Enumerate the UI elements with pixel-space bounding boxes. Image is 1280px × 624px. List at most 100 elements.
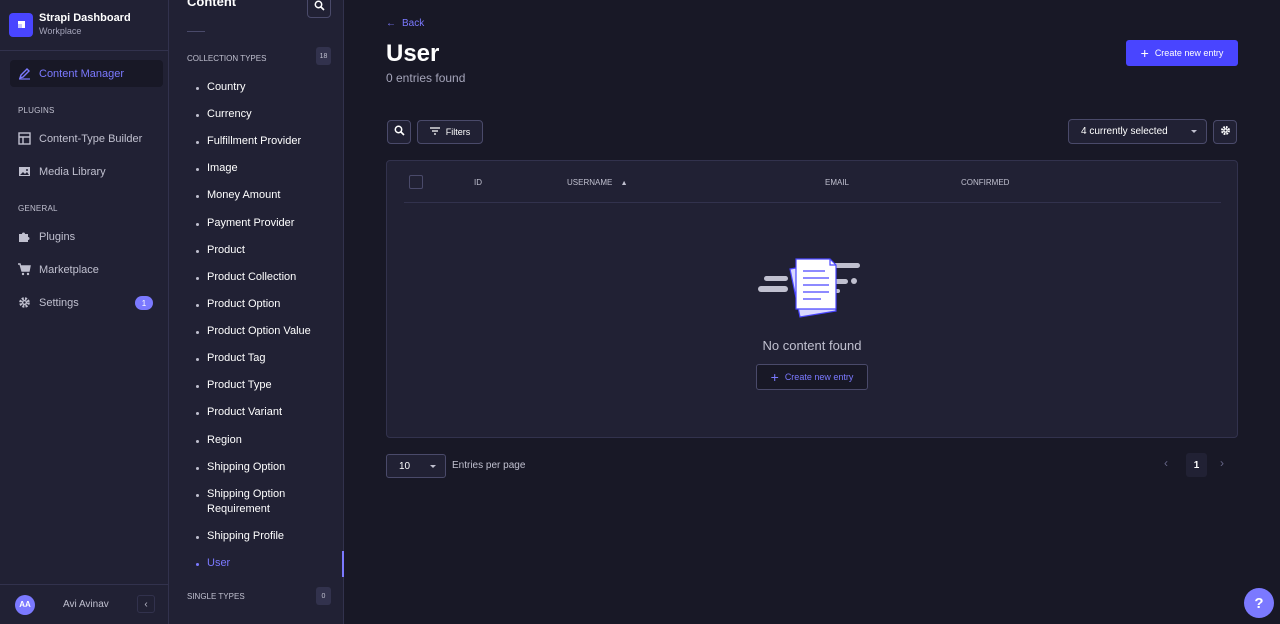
collection-type-item[interactable]: Shipping Option [195, 460, 325, 475]
collection-type-item[interactable]: Shipping Option Requirement [195, 487, 295, 517]
nav-footer: AA Avi Avinav ‹ [0, 584, 169, 624]
caret-down-icon [1191, 130, 1197, 133]
collection-type-item[interactable]: Shipping Profile [195, 529, 325, 544]
per-page-select[interactable]: 10 [386, 454, 446, 478]
nav-item-media-library[interactable]: Media Library [10, 158, 163, 185]
help-button[interactable]: ? [1244, 588, 1274, 618]
nav-label: Content Manager [39, 67, 124, 80]
collapse-nav-button[interactable]: ‹ [137, 595, 155, 613]
brand-name: Strapi Dashboard [39, 12, 131, 24]
collection-type-item[interactable]: Product Type [195, 378, 325, 393]
create-new-entry-button[interactable]: + Create new entry [1126, 40, 1238, 66]
empty-documents-illustration [758, 258, 860, 318]
brand-workspace: Workplace [39, 26, 82, 36]
pencil-icon [18, 67, 31, 80]
subnav-search-button[interactable] [307, 0, 331, 18]
subnav-title: Content [187, 0, 237, 9]
plus-icon: + [770, 369, 779, 385]
search-icon [314, 0, 325, 16]
sort-up-icon: ▲ [620, 180, 628, 187]
single-types-count: 0 [316, 587, 331, 605]
column-username[interactable]: USERNAME ▲ [567, 178, 628, 187]
caret-down-icon [430, 465, 436, 468]
search-icon [394, 123, 405, 141]
empty-state [387, 251, 1239, 326]
chevron-left-icon: ‹ [1164, 456, 1168, 470]
nav-item-plugins[interactable]: Plugins [10, 223, 163, 250]
collection-type-item[interactable]: Payment Provider [195, 216, 325, 231]
per-page-label: Entries per page [452, 460, 526, 471]
empty-text: No content found [762, 338, 862, 353]
plus-icon: + [1140, 45, 1149, 61]
nav-item-marketplace[interactable]: Marketplace [10, 256, 163, 283]
single-types-label[interactable]: SINGLE TYPES [187, 592, 245, 601]
list-settings-button[interactable] [1213, 120, 1237, 144]
collection-types-label[interactable]: COLLECTION TYPES [187, 54, 266, 63]
avatar[interactable]: AA [15, 594, 35, 615]
entries-count: 0 entries found [386, 71, 466, 85]
column-username-label: USERNAME [567, 178, 613, 187]
table-header: ID USERNAME ▲ EMAIL CONFIRMED [404, 161, 1221, 203]
filters-button[interactable]: Filters [417, 120, 483, 144]
collection-type-item[interactable]: Product Option Value [195, 324, 325, 339]
page-1-button[interactable]: 1 [1186, 453, 1207, 477]
collection-type-item[interactable]: Product Tag [195, 351, 325, 366]
settings-badge: 1 [135, 296, 153, 310]
back-label: Back [402, 18, 425, 29]
collection-type-item[interactable]: Image [195, 161, 325, 176]
next-page-button[interactable]: › [1220, 456, 1224, 470]
nav-item-content-type-builder[interactable]: Content-Type Builder [10, 125, 163, 152]
empty-create-entry-button[interactable]: + Create new entry [756, 364, 868, 390]
per-page-value: 10 [399, 460, 411, 472]
previous-page-button[interactable]: ‹ [1164, 456, 1168, 470]
general-section-label: GENERAL [18, 204, 58, 213]
collection-type-item[interactable]: Product Collection [195, 270, 325, 285]
column-email[interactable]: EMAIL [825, 178, 849, 187]
collection-type-item[interactable]: Fulfillment Provider [195, 134, 325, 149]
filter-icon [429, 127, 440, 137]
column-confirmed[interactable]: CONFIRMED [961, 178, 1009, 187]
collection-type-item[interactable]: Country [195, 80, 325, 95]
collection-type-item-active[interactable]: User [195, 556, 325, 571]
select-all-checkbox[interactable] [409, 175, 423, 189]
search-button[interactable] [387, 120, 411, 144]
nav-label: Settings [39, 296, 79, 309]
collection-type-item[interactable]: Money Amount [195, 188, 325, 203]
gear-icon [1220, 123, 1231, 141]
collection-types-count: 18 [316, 47, 331, 65]
collection-type-item[interactable]: Product Variant [195, 405, 325, 420]
collection-type-item[interactable]: Product [195, 243, 325, 258]
layout-icon [18, 132, 31, 145]
nav-label: Content-Type Builder [39, 132, 143, 145]
chevron-right-icon: › [1220, 456, 1224, 470]
image-icon [18, 165, 31, 178]
user-name[interactable]: Avi Avinav [63, 599, 109, 610]
gear-icon [18, 296, 31, 309]
nav-item-settings[interactable]: Settings 1 [10, 289, 163, 316]
puzzle-icon [18, 230, 31, 243]
arrow-left-icon: ← [386, 18, 396, 29]
nav-item-content-manager[interactable]: Content Manager [10, 60, 163, 87]
main-nav: Strapi Dashboard Workplace Content Manag… [0, 0, 169, 624]
app: Strapi Dashboard Workplace Content Manag… [0, 0, 1280, 624]
collection-type-item[interactable]: Region [195, 433, 325, 448]
main-content: ← Back User 0 entries found + Create new… [344, 0, 1280, 624]
content-subnav: Content COLLECTION TYPES 18 Country Curr… [169, 0, 344, 624]
nav-label: Marketplace [39, 263, 99, 276]
filters-label: Filters [445, 127, 471, 137]
cart-icon [18, 263, 31, 276]
collection-type-item[interactable]: Currency [195, 107, 325, 122]
create-label: Create new entry [1154, 48, 1224, 58]
collection-type-item[interactable]: Product Option [195, 297, 325, 312]
back-link[interactable]: ← Back [386, 18, 424, 29]
nav-label: Media Library [39, 165, 106, 178]
column-id[interactable]: ID [474, 178, 482, 187]
chevron-left-icon: ‹ [144, 598, 148, 610]
strapi-logo-icon [9, 13, 33, 37]
brand: Strapi Dashboard Workplace [0, 0, 168, 51]
nav-label: Plugins [39, 230, 76, 243]
plugins-section-label: PLUGINS [18, 106, 55, 115]
entries-table: ID USERNAME ▲ EMAIL CONFIRMED No content… [386, 160, 1238, 438]
page-title: User [386, 40, 440, 67]
columns-select[interactable]: 4 currently selected [1068, 119, 1207, 144]
